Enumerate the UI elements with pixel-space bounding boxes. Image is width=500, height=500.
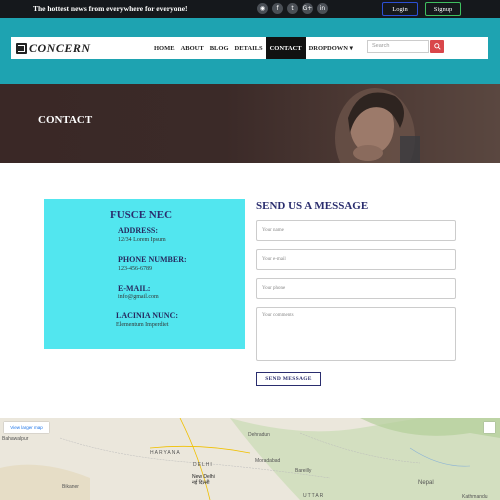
phone-value: 123-456-6789 [118, 266, 152, 272]
rss-icon[interactable]: ◉ [257, 3, 268, 14]
social-links: ◉ f t G+ in [257, 3, 328, 14]
phone-field[interactable]: Your phone [256, 278, 456, 299]
phone-label: PHONE NUMBER: [118, 255, 187, 264]
info-title: FUSCE NEC [110, 209, 173, 221]
search-icon [433, 43, 441, 50]
lacinia-label: LACINIA NUNC: [116, 311, 179, 320]
email-label: E-MAIL: [118, 284, 151, 293]
map-label: HARYANA [150, 450, 181, 456]
fullscreen-icon[interactable] [484, 422, 495, 433]
twitter-icon[interactable]: t [287, 3, 298, 14]
linkedin-icon[interactable]: in [317, 3, 328, 14]
top-bar: The hottest news from everywhere for eve… [0, 0, 500, 18]
nav-contact[interactable]: CONTACT [265, 37, 306, 59]
google-plus-icon[interactable]: G+ [302, 3, 313, 14]
map-label: नई दिल्ली [192, 480, 210, 486]
name-field[interactable]: Your name [256, 220, 456, 241]
map-label: Moradabad [255, 458, 281, 464]
tagline: The hottest news from everywhere for eve… [33, 4, 188, 13]
nav-about[interactable]: ABOUT [178, 37, 207, 59]
facebook-icon[interactable]: f [272, 3, 283, 14]
hero-banner: CONTACT [0, 84, 500, 163]
signup-button[interactable]: Signup [425, 2, 461, 16]
email-value: info@gmail.com [118, 294, 159, 300]
map-label: Bareilly [295, 468, 312, 474]
map-label: Dehradun [248, 432, 270, 438]
page-title: CONTACT [38, 114, 93, 126]
nav-details[interactable]: DETAILS [232, 37, 266, 59]
email-field[interactable]: Your e-mail [256, 249, 456, 270]
nav-blog[interactable]: BLOG [207, 37, 232, 59]
main-nav: HOME ABOUT BLOG DETAILS CONTACT DROPDOWN… [151, 37, 356, 59]
address-label: ADDRESS: [118, 226, 159, 235]
comments-field[interactable]: Your comments [256, 307, 456, 361]
map-label: Kathmandu [462, 494, 488, 500]
send-message-button[interactable]: SEND MESSAGE [256, 372, 321, 386]
navbar: CONCERN HOME ABOUT BLOG DETAILS CONTACT … [11, 37, 488, 59]
lacinia-value: Elementum Imperdiet [116, 322, 169, 328]
map-label: Nepal [418, 480, 434, 486]
nav-dropdown[interactable]: DROPDOWN ▾ [306, 37, 356, 59]
map-label: UTTAR [303, 493, 325, 499]
hero-photo [335, 88, 420, 163]
view-larger-map-link[interactable]: View larger map [4, 422, 49, 433]
address-value: 12/34 Lorem Ipsum [118, 237, 166, 243]
map[interactable]: View larger map Bahawalpur HARYANA DELHI… [0, 418, 500, 500]
login-button[interactable]: Login [382, 2, 418, 16]
book-icon [16, 43, 27, 54]
logo-text: CONCERN [29, 41, 91, 55]
map-label: Bikaner [62, 484, 79, 490]
map-label: DELHI [193, 462, 213, 468]
search-input[interactable]: Search [367, 40, 429, 53]
logo[interactable]: CONCERN [16, 41, 91, 56]
map-label: Bahawalpur [2, 436, 29, 442]
form-title: SEND US A MESSAGE [256, 200, 369, 212]
search-button[interactable] [430, 40, 444, 53]
nav-home[interactable]: HOME [151, 37, 178, 59]
contact-info-box: FUSCE NEC ADDRESS: 12/34 Lorem Ipsum PHO… [44, 199, 245, 349]
